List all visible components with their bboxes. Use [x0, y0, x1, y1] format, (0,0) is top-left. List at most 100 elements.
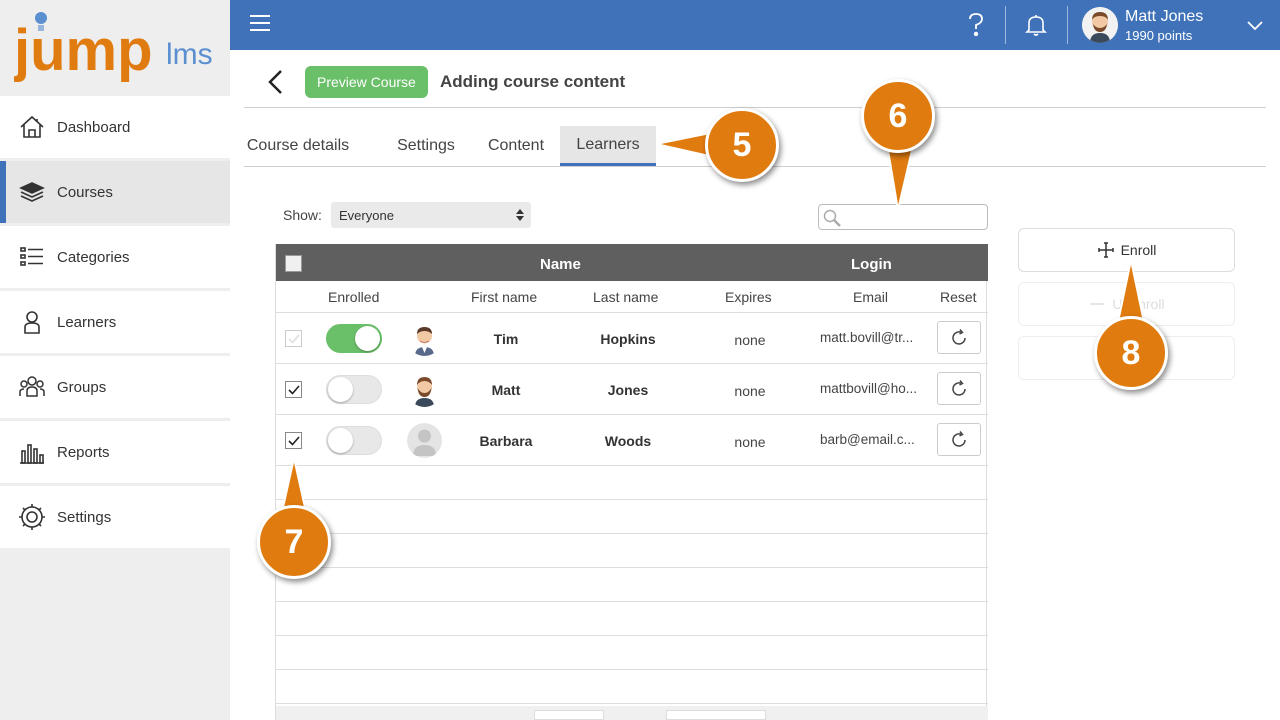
sidebar-item-categories[interactable]: Categories — [0, 226, 230, 288]
sidebar-item-label: Reports — [57, 443, 110, 461]
reset-button[interactable] — [937, 321, 981, 354]
user-points: 1990 points — [1125, 28, 1193, 43]
sidebar-item-groups[interactable]: Groups — [0, 356, 230, 418]
sidebar-item-label: Settings — [57, 508, 112, 526]
callout-7: 7 — [257, 505, 331, 579]
show-filter-select[interactable]: Everyone — [331, 202, 531, 228]
svg-text:jump: jump — [14, 18, 153, 83]
chevron-down-icon[interactable] — [1245, 15, 1265, 35]
column-header-expires[interactable]: Expires — [725, 289, 772, 305]
search-input[interactable] — [845, 207, 983, 227]
empty-row — [276, 466, 988, 500]
search-icon — [823, 209, 841, 227]
callout-8: 8 — [1094, 316, 1168, 390]
login-group-header: Login — [851, 256, 892, 273]
unenroll-label: Unenroll — [1112, 296, 1165, 312]
last-name-cell: Hopkins — [600, 331, 656, 347]
sidebar-item-learners[interactable]: Learners — [0, 291, 230, 353]
question-icon[interactable] — [963, 12, 989, 38]
jumplms-logo: jump lms — [14, 12, 213, 83]
select-arrows-icon — [516, 209, 524, 221]
column-header-email[interactable]: Email — [853, 289, 888, 305]
minus-icon — [1090, 303, 1105, 305]
last-name-cell: Jones — [607, 382, 649, 398]
hamburger-menu-icon[interactable] — [250, 15, 270, 35]
tab-content[interactable]: Content — [471, 126, 561, 166]
page-title: Adding course content — [440, 72, 626, 91]
column-header-last-name[interactable]: Last name — [593, 289, 658, 305]
top-bar: Matt Jones 1990 points — [230, 0, 1280, 50]
user-name[interactable]: Matt Jones — [1125, 8, 1203, 26]
sidebar-item-settings[interactable]: Settings — [0, 486, 230, 548]
row-checkbox[interactable] — [285, 381, 302, 398]
column-headers: Enrolled First name Last name Expires Em… — [276, 281, 988, 313]
first-name-cell: Tim — [493, 331, 519, 347]
plus-icon — [1097, 242, 1114, 258]
column-header-enrolled[interactable]: Enrolled — [328, 289, 379, 305]
expires-cell: none — [734, 383, 766, 399]
enroll-label: Enroll — [1120, 242, 1157, 258]
preview-course-button[interactable]: Preview Course — [305, 66, 428, 98]
enroll-button[interactable]: Enroll — [1018, 228, 1235, 272]
svg-text:lms: lms — [166, 38, 213, 71]
sidebar-item-reports[interactable]: Reports — [0, 421, 230, 483]
sidebar-item-label: Courses — [57, 183, 113, 201]
list-icon — [18, 243, 46, 271]
expires-cell: none — [734, 332, 766, 348]
empty-row — [276, 636, 988, 670]
sidebar-item-courses[interactable]: Courses — [0, 161, 230, 223]
refresh-icon — [952, 328, 966, 345]
bar-chart-icon — [18, 438, 46, 466]
empty-row — [276, 534, 988, 568]
first-name-cell: Barbara — [479, 433, 533, 449]
bell-icon[interactable] — [1023, 12, 1049, 38]
enrolled-toggle[interactable] — [326, 324, 382, 353]
email-cell: mattbovill@ho... — [820, 381, 917, 396]
callout-5: 5 — [705, 108, 779, 182]
search-field[interactable] — [818, 204, 988, 230]
empty-row — [276, 500, 988, 534]
person-icon — [18, 308, 46, 336]
sidebar-item-dashboard[interactable]: Dashboard — [0, 96, 230, 158]
table-row: Matt Jones none mattbovill@ho... — [276, 364, 988, 415]
row-checkbox[interactable] — [285, 330, 302, 347]
tab-course-details[interactable]: Course details — [245, 126, 351, 166]
column-header-reset: Reset — [940, 289, 977, 305]
divider — [1005, 6, 1006, 44]
enrolled-toggle[interactable] — [326, 426, 382, 455]
first-name-cell: Matt — [491, 382, 521, 398]
avatar — [407, 423, 442, 458]
show-filter-value: Everyone — [339, 207, 394, 223]
pagination-bar — [276, 706, 988, 720]
tab-settings[interactable]: Settings — [381, 126, 471, 166]
books-icon — [18, 178, 46, 206]
sidebar-item-label: Groups — [57, 378, 107, 396]
email-cell: barb@email.c... — [820, 432, 915, 447]
pagination-control[interactable] — [666, 710, 766, 720]
gear-icon — [18, 503, 46, 531]
avatar — [407, 372, 442, 407]
table-header: Name Login — [276, 244, 988, 281]
pagination-control[interactable] — [534, 710, 604, 720]
enrolled-toggle[interactable] — [326, 375, 382, 404]
sidebar-item-label: Dashboard — [57, 118, 131, 136]
last-name-cell: Woods — [604, 433, 652, 449]
avatar[interactable] — [1082, 7, 1118, 43]
sidebar: jump lms Dashboard Courses Categories Le… — [0, 0, 230, 720]
learners-table: Name Login Enrolled First name Last name… — [275, 244, 988, 720]
house-icon — [18, 113, 46, 141]
empty-row — [276, 670, 988, 704]
reset-button[interactable] — [937, 423, 981, 456]
empty-row — [276, 602, 988, 636]
reset-button[interactable] — [937, 372, 981, 405]
table-row: Barbara Woods none barb@email.c... — [276, 415, 988, 466]
row-checkbox[interactable] — [285, 432, 302, 449]
back-arrow-icon[interactable] — [264, 68, 288, 96]
empty-row — [276, 568, 988, 602]
select-all-checkbox[interactable] — [285, 255, 302, 272]
refresh-icon — [952, 430, 966, 447]
name-group-header: Name — [540, 256, 581, 273]
column-header-first-name[interactable]: First name — [471, 289, 537, 305]
sidebar-item-label: Learners — [57, 313, 117, 331]
tab-learners[interactable]: Learners — [560, 126, 656, 166]
